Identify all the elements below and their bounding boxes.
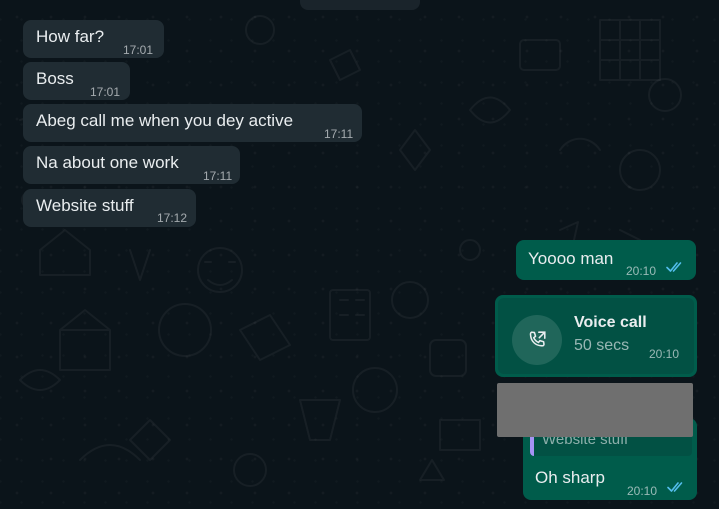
message-text: Oh sharp xyxy=(535,468,605,487)
message-text: Na about one work xyxy=(36,153,179,172)
message-text: Abeg call me when you dey active xyxy=(36,111,294,130)
redaction-block xyxy=(497,383,693,437)
message-time: 17:01 xyxy=(123,43,154,57)
message-text: Yoooo man xyxy=(528,249,614,268)
double-check-icon xyxy=(666,262,682,272)
incoming-message[interactable]: Abeg call me when you dey active 17:11 xyxy=(23,104,362,142)
incoming-message[interactable]: Boss 17:01 xyxy=(23,62,130,100)
date-divider-pill xyxy=(300,0,420,10)
voice-call-card[interactable]: Voice call 50 secs 20:10 xyxy=(498,298,694,374)
call-title: Voice call xyxy=(574,314,647,331)
message-time: 20:10 xyxy=(626,264,657,278)
incoming-message[interactable]: How far? 17:01 xyxy=(23,20,164,58)
double-check-icon xyxy=(667,482,683,492)
message-time: 20:10 xyxy=(627,484,658,498)
call-duration: 50 secs xyxy=(574,337,630,354)
incoming-message[interactable]: Na about one work 17:11 xyxy=(23,146,240,184)
message-time: 20:10 xyxy=(649,347,680,361)
message-time: 17:12 xyxy=(157,211,188,225)
message-time: 17:01 xyxy=(90,85,121,99)
message-time: 17:11 xyxy=(203,169,233,183)
outgoing-message[interactable]: Yoooo man 20:10 xyxy=(516,240,696,280)
message-text: Boss xyxy=(36,69,74,88)
message-time: 17:11 xyxy=(324,127,354,141)
incoming-message[interactable]: Website stuff 17:12 xyxy=(23,189,196,227)
outgoing-call-icon xyxy=(512,315,562,365)
message-text: How far? xyxy=(36,27,105,46)
message-text: Website stuff xyxy=(36,196,134,215)
